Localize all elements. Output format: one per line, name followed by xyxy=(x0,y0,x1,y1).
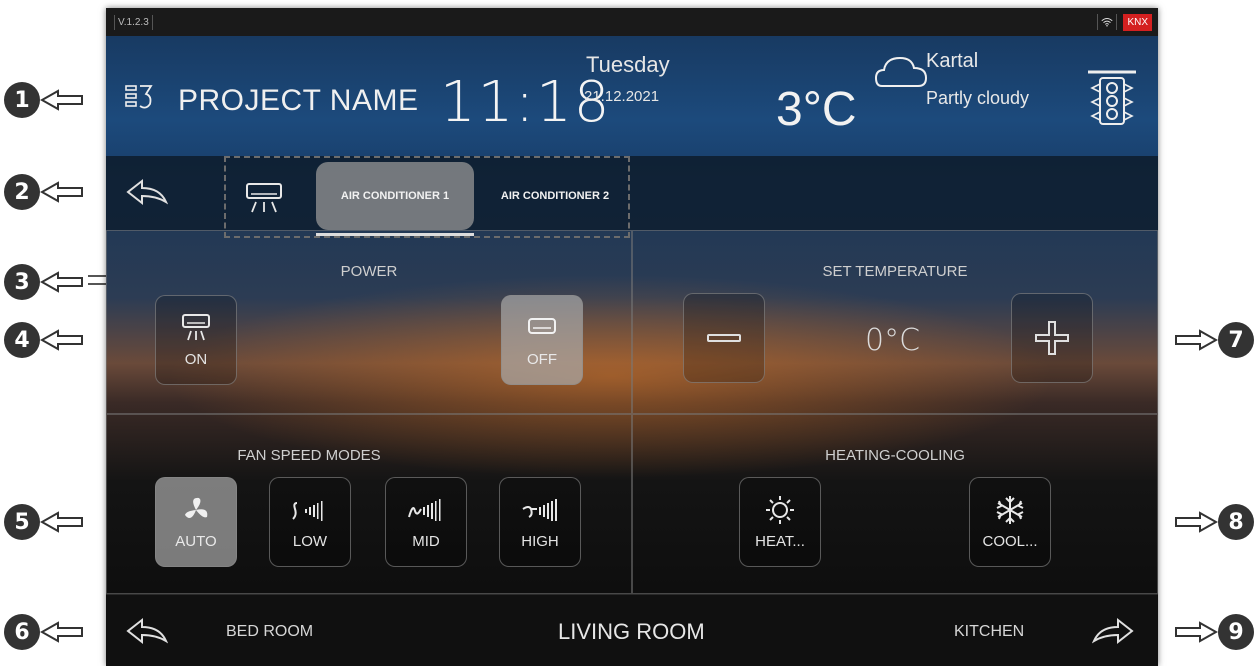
weather-condition: Partly cloudy xyxy=(926,88,1030,108)
power-on-button[interactable]: ON xyxy=(155,295,237,385)
fan-speed-title: FAN SPEED MODES xyxy=(237,447,381,464)
cool-mode-button[interactable]: COOL... xyxy=(969,477,1051,567)
wifi-icon xyxy=(1097,14,1118,30)
arrow-right-icon xyxy=(1175,329,1218,351)
callout-7: 7 xyxy=(1174,322,1254,358)
callout-number: 2 xyxy=(4,174,40,210)
callout-number: 5 xyxy=(4,504,40,540)
fan-auto-button[interactable]: AUTO xyxy=(155,477,237,567)
arrow-right-icon xyxy=(1175,621,1218,643)
fan-mid-button[interactable]: MID xyxy=(385,477,467,567)
fan-auto-label: AUTO xyxy=(175,532,217,550)
snowflake-icon xyxy=(996,495,1024,524)
arrow-left-icon xyxy=(40,621,83,643)
callout-number: 1 xyxy=(4,82,40,118)
callout-number: 9 xyxy=(1218,614,1254,650)
fan-high-label: HIGH xyxy=(521,532,559,550)
air-conditioner-icon xyxy=(182,313,210,340)
decrease-temperature-button[interactable] xyxy=(683,293,765,383)
power-off-button[interactable]: OFF xyxy=(501,295,583,385)
callout-number: 7 xyxy=(1218,322,1254,358)
heat-mode-label: HEAT... xyxy=(755,532,805,550)
arrow-left-icon xyxy=(40,271,83,293)
location-label: Kartal xyxy=(926,50,979,72)
knx-badge: KNX xyxy=(1123,13,1152,31)
arrow-left-icon xyxy=(40,89,83,111)
cloud-icon xyxy=(874,56,928,87)
callout-4: 4 xyxy=(4,322,84,358)
previous-room-icon[interactable] xyxy=(126,617,168,645)
traffic-light-icon[interactable] xyxy=(1086,64,1138,128)
fan-speed-panel: FAN SPEED MODES AUTO LOW MID HIGH xyxy=(106,414,632,594)
minus-icon xyxy=(707,334,741,342)
power-on-label: ON xyxy=(184,350,208,368)
fan-icon xyxy=(185,497,208,518)
fan-mid-label: MID xyxy=(412,532,440,550)
tab-air-conditioner-1[interactable]: AIR CONDITIONER 1 xyxy=(316,162,474,236)
callout-5: 5 xyxy=(4,504,84,540)
room-navigation: BED ROOM LIVING ROOM KITCHEN xyxy=(106,594,1158,666)
device-screen: V.1.2.3 KNX PROJECT NAME 11:18 Tuesday 2… xyxy=(106,8,1158,666)
power-panel: POWER ON OFF xyxy=(106,230,632,414)
power-title: POWER xyxy=(340,263,398,280)
callout-9: 9 xyxy=(1174,614,1254,650)
callout-number: 3 xyxy=(4,264,40,300)
heat-mode-button[interactable]: HEAT... xyxy=(739,477,821,567)
callout-6: 6 xyxy=(4,614,84,650)
fan-mid-icon xyxy=(408,498,441,521)
plus-icon xyxy=(1035,321,1069,355)
callout-number: 6 xyxy=(4,614,40,650)
arrow-right-icon xyxy=(1175,511,1218,533)
callout-2: 2 xyxy=(4,174,84,210)
arrow-left-icon xyxy=(40,181,83,203)
project-name: PROJECT NAME xyxy=(178,84,419,117)
callout-number: 8 xyxy=(1218,504,1254,540)
version-label: V.1.2.3 xyxy=(114,14,153,30)
power-off-label: OFF xyxy=(527,350,557,368)
device-tabs: AIR CONDITIONER 1 AIR CONDITIONER 2 xyxy=(224,156,630,238)
menu-icon[interactable] xyxy=(124,80,154,114)
set-temperature-value: 0°C xyxy=(865,323,921,358)
previous-room-label[interactable]: BED ROOM xyxy=(226,623,313,641)
tab-air-conditioner-2[interactable]: AIR CONDITIONER 2 xyxy=(476,162,634,230)
air-conditioner-off-icon xyxy=(528,317,556,334)
increase-temperature-button[interactable] xyxy=(1011,293,1093,383)
fan-high-button[interactable]: HIGH xyxy=(499,477,581,567)
callout-8: 8 xyxy=(1174,504,1254,540)
heating-cooling-title: HEATING-COOLING xyxy=(825,447,965,464)
set-temperature-panel: SET TEMPERATURE 0°C xyxy=(632,230,1158,414)
arrow-left-icon xyxy=(40,511,83,533)
outdoor-temperature: 3°C xyxy=(776,83,857,136)
status-bar: V.1.2.3 KNX xyxy=(106,8,1158,36)
fan-low-label: LOW xyxy=(292,532,328,550)
air-conditioner-icon xyxy=(246,183,282,213)
date-label: 21.12.2021 xyxy=(584,88,660,105)
device-subnav: AIR CONDITIONER 1 AIR CONDITIONER 2 xyxy=(106,156,1158,238)
set-temperature-title: SET TEMPERATURE xyxy=(822,263,968,280)
day-label: Tuesday xyxy=(586,52,670,77)
status-icons: KNX xyxy=(1097,13,1152,31)
next-room-icon[interactable] xyxy=(1092,617,1134,645)
next-room-label[interactable]: KITCHEN xyxy=(954,623,1024,641)
callout-1: 1 xyxy=(4,82,84,118)
header: PROJECT NAME 11:18 Tuesday 21.12.2021 3°… xyxy=(106,36,1158,156)
fan-low-button[interactable]: LOW xyxy=(269,477,351,567)
cool-mode-label: COOL... xyxy=(982,532,1038,550)
sun-icon xyxy=(766,495,794,524)
callout-3: 3 xyxy=(4,264,84,300)
fan-low-icon xyxy=(292,500,323,521)
current-room-label: LIVING ROOM xyxy=(558,619,705,644)
heating-cooling-panel: HEATING-COOLING HEAT... COOL... xyxy=(632,414,1158,594)
fan-high-icon xyxy=(522,498,557,521)
arrow-left-icon xyxy=(40,329,83,351)
back-icon[interactable] xyxy=(126,178,168,206)
callout-number: 4 xyxy=(4,322,40,358)
